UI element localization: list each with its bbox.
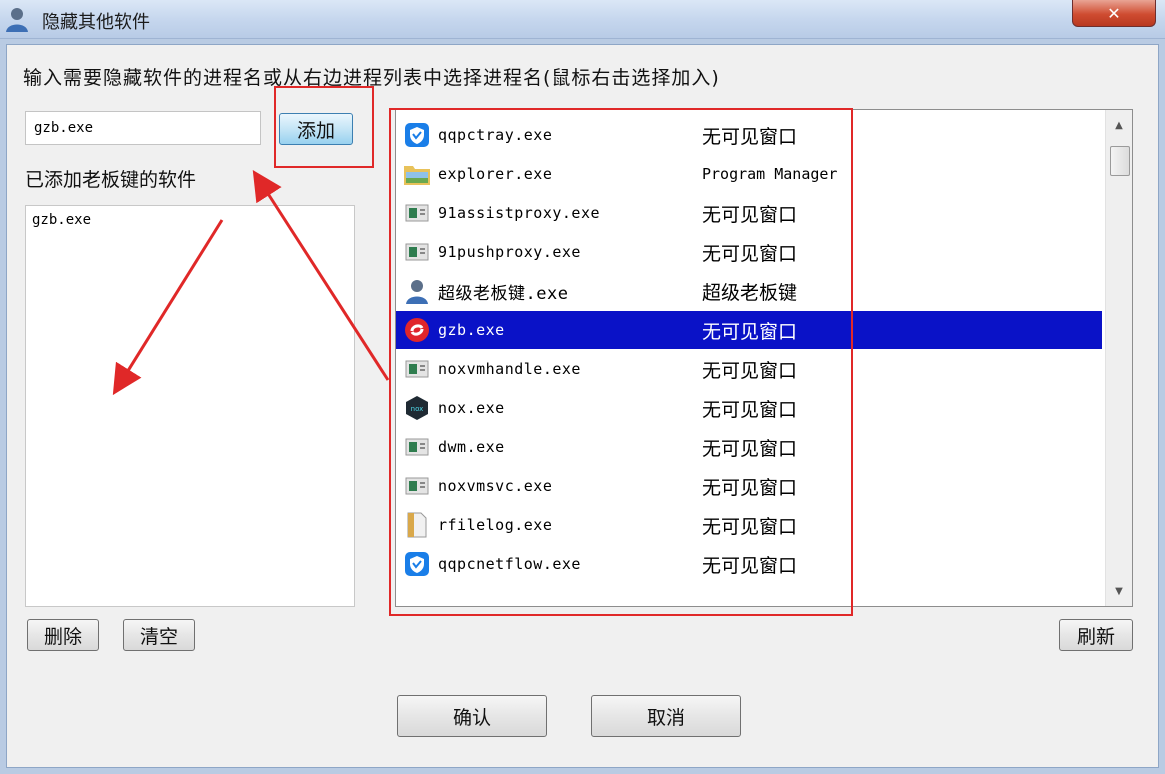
user-icon xyxy=(4,6,30,32)
cancel-button[interactable]: 取消 xyxy=(591,695,741,737)
app-icon xyxy=(402,432,432,462)
process-row[interactable]: qqpcnetflow.exe 无可见窗口 xyxy=(396,545,1102,583)
process-name: 91pushproxy.exe xyxy=(438,243,581,261)
process-window: 无可见窗口 xyxy=(702,437,798,460)
process-row[interactable]: explorer.exe Program Manager xyxy=(396,155,1102,193)
process-name: 超级老板键.exe xyxy=(438,283,569,304)
process-window: 无可见窗口 xyxy=(702,125,798,148)
process-row[interactable]: 91pushproxy.exe 无可见窗口 xyxy=(396,233,1102,271)
process-window: 无可见窗口 xyxy=(702,320,798,343)
file-icon xyxy=(402,510,432,540)
close-icon: ✕ xyxy=(1107,3,1121,23)
folder-icon xyxy=(402,159,432,189)
scroll-up-icon[interactable]: ▲ xyxy=(1106,114,1132,136)
instruction-text: 输入需要隐藏软件的进程名或从右边进程列表中选择进程名(鼠标右击选择加入) xyxy=(23,67,720,89)
confirm-button[interactable]: 确认 xyxy=(397,695,547,737)
add-button[interactable]: 添加 xyxy=(279,113,353,145)
app-icon xyxy=(402,471,432,501)
process-row[interactable]: qqpctray.exe 无可见窗口 xyxy=(396,116,1102,154)
delete-button[interactable]: 删除 xyxy=(27,619,99,651)
svg-text:nox: nox xyxy=(411,405,424,413)
refresh-button[interactable]: 刷新 xyxy=(1059,619,1133,651)
added-software-list[interactable]: gzb.exe xyxy=(25,205,355,607)
process-window: 无可见窗口 xyxy=(702,476,798,499)
process-window: Program Manager xyxy=(702,165,838,183)
scroll-down-icon[interactable]: ▼ xyxy=(1106,580,1132,602)
process-name: rfilelog.exe xyxy=(438,516,553,534)
list-item[interactable]: gzb.exe xyxy=(32,212,91,228)
process-name: 91assistproxy.exe xyxy=(438,204,601,222)
process-row[interactable]: rfilelog.exe 无可见窗口 xyxy=(396,506,1102,544)
process-name: qqpcnetflow.exe xyxy=(438,555,581,573)
process-window: 无可见窗口 xyxy=(702,554,798,577)
process-row[interactable]: 91assistproxy.exe 无可见窗口 xyxy=(396,194,1102,232)
clear-button[interactable]: 清空 xyxy=(123,619,195,651)
process-name: noxvmhandle.exe xyxy=(438,360,581,378)
scrollbar-thumb[interactable] xyxy=(1110,146,1130,176)
process-window: 超级老板键 xyxy=(702,281,798,304)
nox-icon: nox xyxy=(402,393,432,423)
process-name: gzb.exe xyxy=(438,321,505,339)
process-row[interactable]: 超级老板键.exe 超级老板键 xyxy=(396,272,1102,310)
process-name: nox.exe xyxy=(438,399,505,417)
process-window: 无可见窗口 xyxy=(702,203,798,226)
process-name: explorer.exe xyxy=(438,165,553,183)
vertical-scrollbar[interactable]: ▲ ▼ xyxy=(1105,110,1132,606)
process-list[interactable]: qqpctray.exe 无可见窗口 explorer.exe Program … xyxy=(395,109,1133,607)
app-icon xyxy=(402,198,432,228)
added-list-label: 已添加老板键的软件 xyxy=(25,169,197,191)
process-name: noxvmsvc.exe xyxy=(438,477,553,495)
shield-icon xyxy=(402,120,432,150)
process-name-input[interactable] xyxy=(25,111,261,145)
process-row[interactable]: dwm.exe 无可见窗口 xyxy=(396,428,1102,466)
process-name: dwm.exe xyxy=(438,438,505,456)
close-button[interactable]: ✕ xyxy=(1072,0,1156,27)
user-icon xyxy=(402,276,432,306)
process-row[interactable]: noxvmsvc.exe 无可见窗口 xyxy=(396,467,1102,505)
app-icon xyxy=(402,237,432,267)
app-icon xyxy=(402,354,432,384)
gzb-icon xyxy=(402,315,432,345)
process-window: 无可见窗口 xyxy=(702,398,798,421)
title-bar: 隐藏其他软件 ✕ xyxy=(0,0,1165,39)
process-window: 无可见窗口 xyxy=(702,242,798,265)
dialog-body: 输入需要隐藏软件的进程名或从右边进程列表中选择进程名(鼠标右击选择加入) 添加 … xyxy=(6,44,1159,768)
process-row-selected[interactable]: gzb.exe 无可见窗口 xyxy=(396,311,1102,349)
process-window: 无可见窗口 xyxy=(702,515,798,538)
process-window: 无可见窗口 xyxy=(702,359,798,382)
window-title: 隐藏其他软件 xyxy=(42,12,150,33)
process-name: qqpctray.exe xyxy=(438,126,553,144)
shield-icon xyxy=(402,549,432,579)
process-row[interactable]: noxvmhandle.exe 无可见窗口 xyxy=(396,350,1102,388)
process-row[interactable]: nox nox.exe 无可见窗口 xyxy=(396,389,1102,427)
